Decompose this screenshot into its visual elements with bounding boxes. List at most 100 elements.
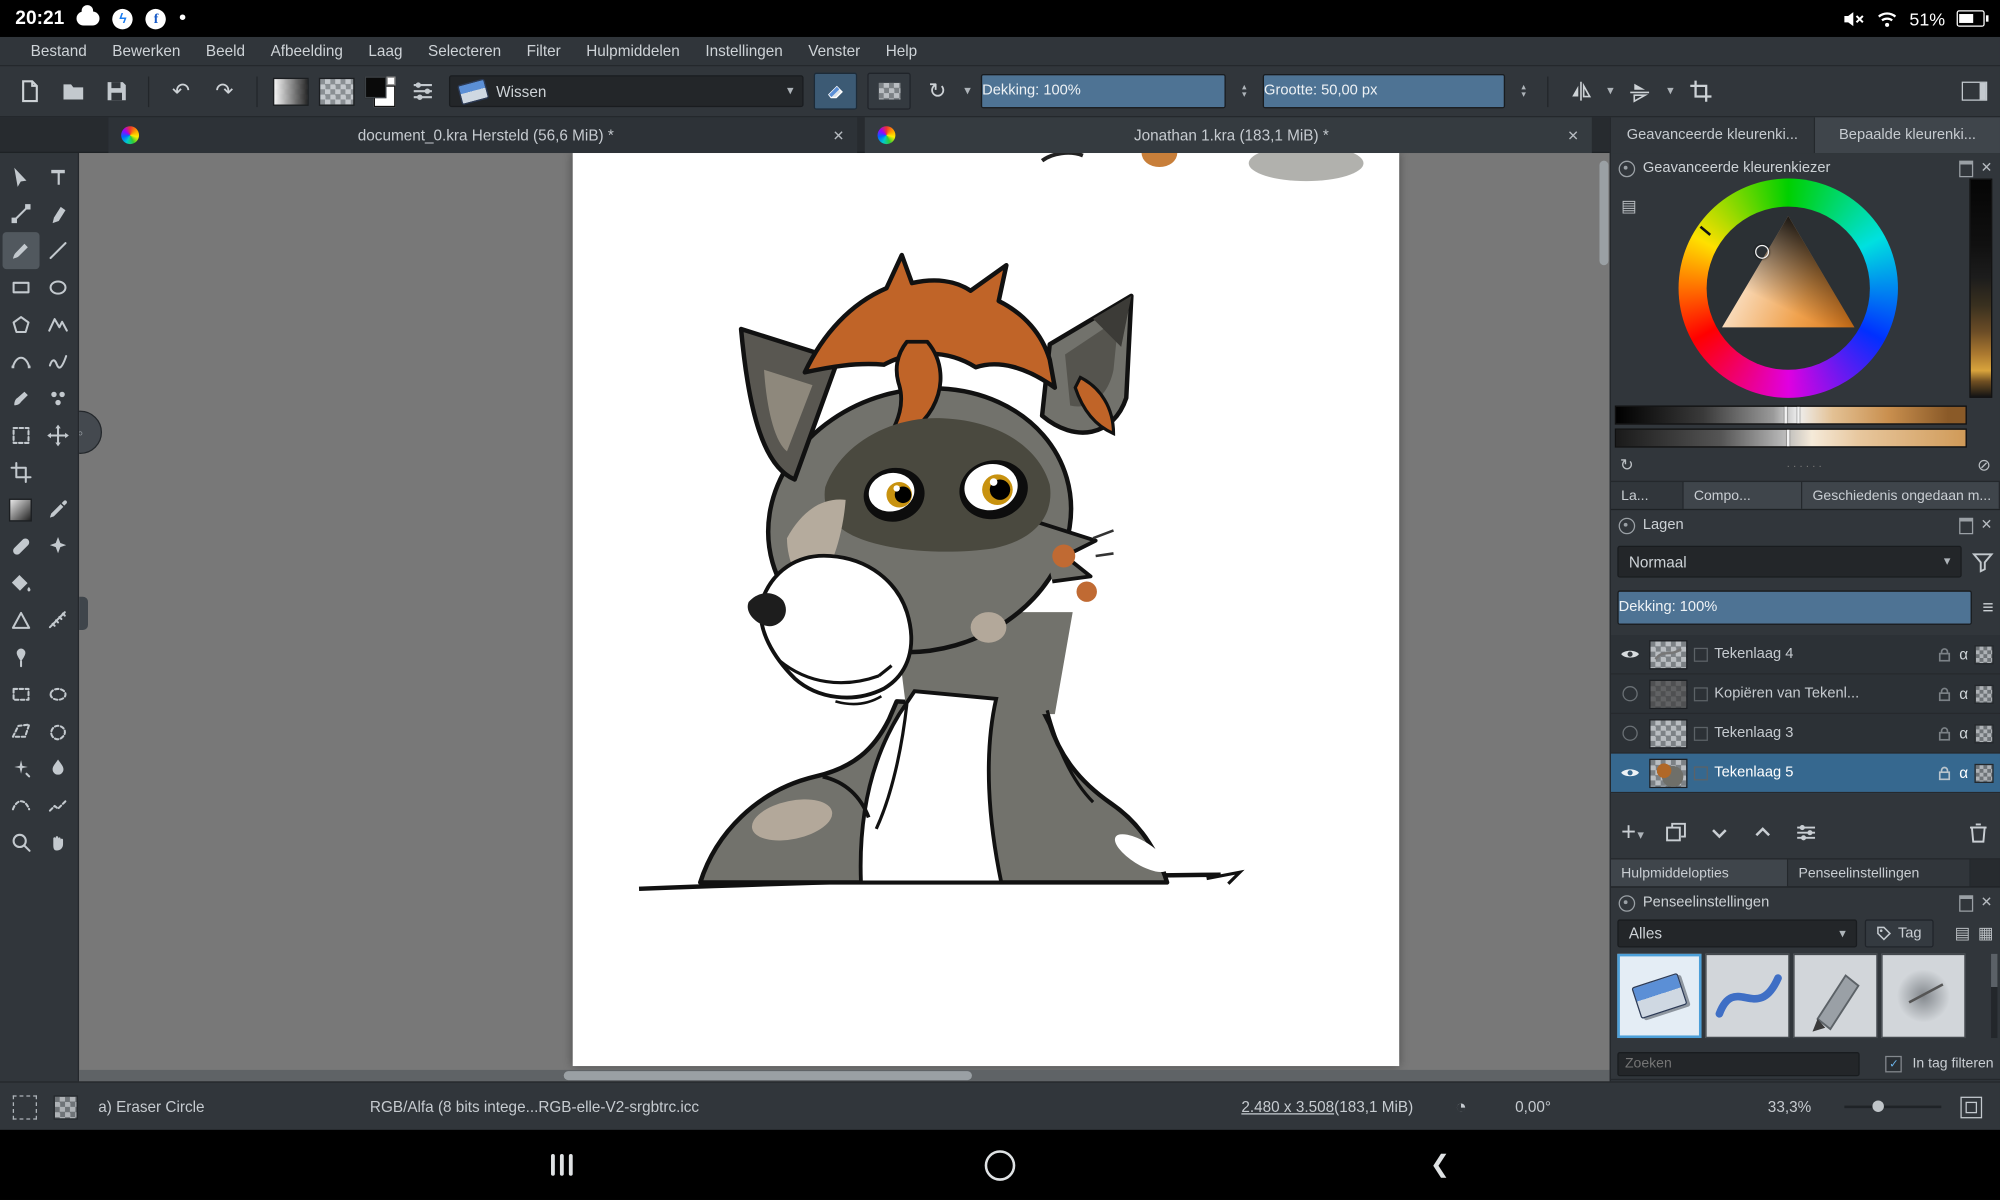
docker-lock-icon[interactable] xyxy=(1619,517,1636,534)
layer-thumbnail[interactable] xyxy=(1649,679,1687,708)
ellipse-tool[interactable] xyxy=(39,269,76,306)
delete-layer-button[interactable] xyxy=(1967,821,1990,844)
open-document-button[interactable] xyxy=(56,75,89,108)
memory-gauge-icon[interactable]: ◔ xyxy=(1455,1083,1467,1131)
brush-preset-dropdown[interactable]: Wissen ▾ xyxy=(449,75,804,107)
tag-filter-checkbox[interactable]: ✓ xyxy=(1886,1055,1903,1072)
preset-pencil[interactable] xyxy=(1793,954,1877,1038)
tab-brush-settings[interactable]: Penseelinstellingen xyxy=(1788,859,1970,886)
magnetic-select-tool[interactable] xyxy=(39,787,76,824)
assistants-tool[interactable] xyxy=(2,602,39,639)
preset-eraser-curve[interactable] xyxy=(1705,954,1789,1038)
color-sampler-tool[interactable] xyxy=(39,491,76,528)
new-document-button[interactable] xyxy=(13,75,46,108)
move-layer-up-button[interactable] xyxy=(1751,821,1774,844)
color-wheel[interactable] xyxy=(1679,179,1898,398)
pattern-chooser[interactable] xyxy=(319,77,355,105)
size-spinner[interactable]: ▴▾ xyxy=(1515,84,1532,99)
shade-selector-bar-2[interactable] xyxy=(1615,428,1967,447)
close-icon[interactable]: ✕ xyxy=(1981,161,1993,175)
tab-advanced-color-selector[interactable]: Geavanceerde kleurenki... xyxy=(1610,117,1814,153)
freehand-brush-tool[interactable] xyxy=(2,232,39,269)
similar-color-select-tool[interactable] xyxy=(2,750,39,787)
inherit-alpha-icon[interactable] xyxy=(1974,645,1993,664)
elliptical-select-tool[interactable] xyxy=(39,676,76,713)
dynamic-brush-tool[interactable] xyxy=(2,380,39,417)
undo-button[interactable]: ↶ xyxy=(165,75,198,108)
filter-icon[interactable] xyxy=(1972,551,1994,573)
reload-preset-button[interactable]: ↻ xyxy=(921,75,954,108)
blend-mode-dropdown[interactable]: Normaal ▾ xyxy=(1617,546,1961,578)
layer-thumbnail[interactable] xyxy=(1649,719,1687,748)
visibility-eye-icon[interactable] xyxy=(1617,686,1643,701)
toolbox-drag-grip[interactable] xyxy=(79,597,88,630)
bezier-curve-tool[interactable] xyxy=(2,343,39,380)
float-docker-icon[interactable] xyxy=(1959,895,1973,912)
canvas-toolbar-toggle[interactable]: ◦ xyxy=(79,411,102,454)
rectangle-tool[interactable] xyxy=(2,269,39,306)
save-button[interactable] xyxy=(99,75,132,108)
close-icon[interactable]: ✕ xyxy=(1981,896,1993,910)
reference-images-tool[interactable] xyxy=(2,639,39,676)
home-button[interactable] xyxy=(962,1130,1039,1200)
layer-properties-button[interactable] xyxy=(1794,821,1817,844)
lock-icon[interactable] xyxy=(1936,685,1953,702)
multibrush-tool[interactable] xyxy=(39,380,76,417)
recents-button[interactable] xyxy=(523,1130,600,1200)
layer-opacity-slider[interactable]: Dekking: 100% xyxy=(1617,590,1972,624)
menu-instellingen[interactable]: Instellingen xyxy=(693,42,796,60)
brush-editor-button[interactable] xyxy=(406,75,439,108)
menu-selecteren[interactable]: Selecteren xyxy=(415,42,514,60)
menu-bewerken[interactable]: Bewerken xyxy=(100,42,194,60)
float-docker-icon[interactable] xyxy=(1959,517,1973,534)
menu-laag[interactable]: Laag xyxy=(356,42,416,60)
workspace-chooser-button[interactable] xyxy=(1962,82,1988,101)
zoom-slider[interactable] xyxy=(1844,1106,1941,1109)
mirror-vertical-button[interactable] xyxy=(1624,75,1657,108)
trim-to-image-button[interactable] xyxy=(1684,75,1717,108)
fit-page-icon[interactable] xyxy=(1960,1096,1982,1118)
tab-layers[interactable]: La... xyxy=(1611,482,1684,509)
layer-menu-icon[interactable]: ≡ xyxy=(1982,598,1993,617)
tab-specific-color-selector[interactable]: Bepaalde kleurenki... xyxy=(1814,117,2000,153)
crop-tool[interactable] xyxy=(2,454,39,491)
fill-tool[interactable] xyxy=(2,565,39,602)
add-layer-button[interactable]: +▾ xyxy=(1621,823,1644,843)
horizontal-scrollbar-track[interactable] xyxy=(79,1070,1610,1081)
menu-hulpmiddelen[interactable]: Hulpmiddelen xyxy=(573,42,692,60)
close-icon[interactable]: ✕ xyxy=(1567,127,1579,144)
close-icon[interactable]: ✕ xyxy=(833,127,845,144)
duplicate-layer-button[interactable] xyxy=(1664,821,1687,844)
horizontal-scrollbar[interactable] xyxy=(564,1071,972,1080)
preset-filter-dropdown[interactable]: Alles ▾ xyxy=(1617,919,1857,947)
inherit-alpha-icon[interactable] xyxy=(1974,684,1993,703)
menu-beeld[interactable]: Beeld xyxy=(193,42,258,60)
polygon-tool[interactable] xyxy=(2,306,39,343)
select-shapes-tool[interactable] xyxy=(2,158,39,195)
inherit-alpha-icon[interactable] xyxy=(1974,763,1993,782)
menu-venster[interactable]: Venster xyxy=(796,42,873,60)
freehand-select-tool[interactable] xyxy=(39,713,76,750)
zoom-tool[interactable] xyxy=(2,824,39,861)
selector-settings-icon[interactable]: ▤ xyxy=(1621,196,1637,216)
layer-thumbnail[interactable] xyxy=(1649,640,1687,669)
chevron-down-icon[interactable]: ▾ xyxy=(964,84,970,98)
tab-document0[interactable]: document_0.kra Hersteld (56,6 MiB) * ✕ xyxy=(108,117,857,153)
alpha-lock-icon[interactable]: α xyxy=(1959,764,1968,782)
layer-row-tekenlaag5[interactable]: Tekenlaag 5 α xyxy=(1611,754,2000,794)
canvas-viewport[interactable]: ◦ xyxy=(79,153,1610,1081)
shade-selector-bar-1[interactable] xyxy=(1615,406,1967,425)
menu-afbeelding[interactable]: Afbeelding xyxy=(258,42,356,60)
text-tool[interactable] xyxy=(39,158,76,195)
float-docker-icon[interactable] xyxy=(1959,160,1973,177)
layer-row-tekenlaag4[interactable]: Tekenlaag 4 α xyxy=(1611,635,2000,675)
value-history-strip[interactable] xyxy=(1969,179,1992,398)
resize-grip-dots[interactable]: ······ xyxy=(1634,459,1977,472)
polyline-tool[interactable] xyxy=(39,306,76,343)
tab-compositions[interactable]: Compo... xyxy=(1684,482,1803,509)
gradient-chooser[interactable] xyxy=(273,77,309,105)
redo-button[interactable]: ↷ xyxy=(208,75,241,108)
calligraphy-tool[interactable] xyxy=(39,195,76,232)
thumbnail-view-icon[interactable]: ▦ xyxy=(1978,923,1994,943)
move-layer-down-button[interactable] xyxy=(1708,821,1731,844)
